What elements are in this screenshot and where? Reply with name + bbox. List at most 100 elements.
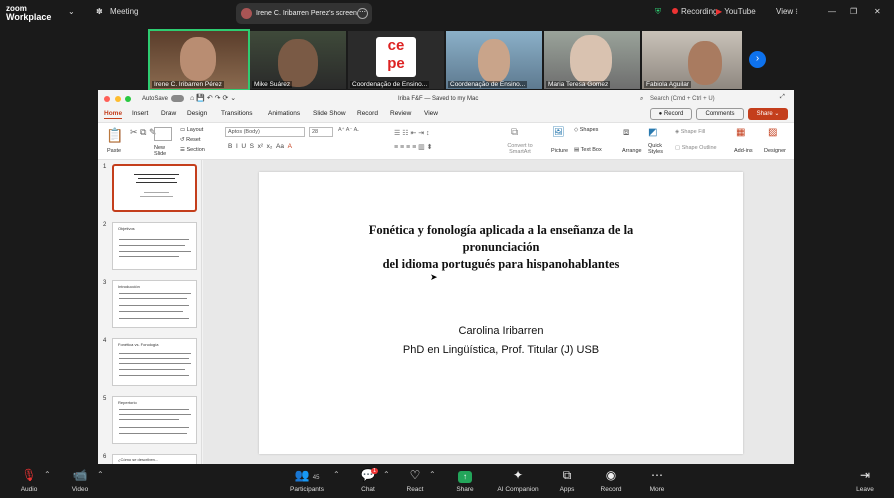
addins-label[interactable]: Add-ins: [734, 148, 753, 154]
search-icon[interactable]: ⌕: [640, 96, 643, 103]
picture-icon[interactable]: 🖼: [552, 127, 565, 138]
more-button[interactable]: ⋯ More: [632, 464, 682, 498]
meeting-label[interactable]: Meeting: [110, 7, 138, 16]
search-input[interactable]: Search (Cmd + Ctrl + U): [650, 96, 715, 102]
slide-thumbnail-5[interactable]: Repertorio: [112, 396, 197, 444]
list-icons[interactable]: ☰ ☷ ⇤ ⇥ ↕: [394, 129, 430, 137]
addins-icon[interactable]: ▦: [736, 127, 745, 138]
font-size-select[interactable]: 28: [309, 127, 333, 137]
tab-transitions[interactable]: Transitions: [221, 110, 253, 117]
react-options-chevron-icon[interactable]: ⌃: [429, 470, 436, 479]
picture-label[interactable]: Picture: [551, 148, 568, 154]
slide-thumbnail-3[interactable]: Introducción: [112, 280, 197, 328]
font-style-icons[interactable]: B I U S x² x₂ Aa A: [228, 143, 292, 150]
tab-home[interactable]: Home: [104, 110, 123, 119]
comments-button[interactable]: Comments: [696, 108, 744, 120]
slide-subtitle[interactable]: Carolina Iribarren PhD en Lingüística, P…: [259, 322, 743, 360]
zoom-window-icon[interactable]: [125, 96, 132, 102]
close-icon[interactable]: ✕: [874, 7, 881, 16]
smartart-icon[interactable]: ⧉: [511, 127, 518, 138]
designer-label[interactable]: Designer: [764, 148, 786, 154]
participant-tile[interactable]: Irene C. Iribarren Pérez: [148, 29, 250, 91]
brand-line2: Workplace: [6, 12, 52, 22]
participant-face: [278, 39, 318, 87]
participant-name: Coordenação de Ensino...: [350, 81, 430, 88]
recording-indicator[interactable]: Recording: [672, 7, 717, 16]
font-grow-shrink-icons[interactable]: A⁺ A⁻ A̶: [338, 127, 357, 133]
autosave-toggle[interactable]: [171, 95, 184, 102]
quick-styles-icon[interactable]: ◩: [648, 127, 657, 138]
tab-insert[interactable]: Insert: [132, 110, 148, 117]
tab-review[interactable]: Review: [390, 110, 411, 117]
align-icons[interactable]: ≡ ≡ ≡ ≡ ▥ ⬍: [394, 143, 433, 151]
current-slide[interactable]: Fonética y fonología aplicada a la enseñ…: [259, 172, 743, 454]
chevron-down-icon[interactable]: ⌄: [68, 7, 75, 16]
participant-face: [180, 37, 216, 81]
minimize-icon[interactable]: —: [828, 7, 836, 16]
leave-button[interactable]: ⇥ Leave: [840, 464, 890, 498]
text-box-button[interactable]: ▤ Text Box: [574, 147, 602, 153]
more-icon[interactable]: ⋯: [357, 8, 368, 19]
tab-design[interactable]: Design: [187, 110, 207, 117]
reset-button[interactable]: ↺ Reset: [180, 137, 201, 143]
new-slide-label[interactable]: New Slide: [154, 145, 176, 157]
tab-view[interactable]: View: [424, 110, 438, 117]
participants-button[interactable]: 👥 45 Participants: [282, 464, 332, 498]
shield-icon[interactable]: ⛨: [655, 7, 661, 17]
tab-record[interactable]: Record: [357, 110, 378, 117]
minimize-window-icon[interactable]: [114, 96, 121, 102]
next-page-arrow-icon[interactable]: ›: [749, 51, 766, 68]
record-button[interactable]: ◉ Record: [586, 464, 636, 498]
video-options-chevron-icon[interactable]: ⌃: [97, 470, 104, 479]
screen-share-tab[interactable]: Irene C. Iribarren Perez's screen ⋯: [236, 3, 372, 24]
apps-button[interactable]: ⧉ Apps: [542, 464, 592, 498]
shape-fill-button[interactable]: ◈ Shape Fill: [675, 129, 705, 135]
share-button[interactable]: Share ⌄: [748, 108, 788, 120]
close-window-icon[interactable]: [104, 96, 110, 102]
section-button[interactable]: ☰ Section: [180, 147, 205, 153]
zoom-top-bar: zoom Workplace ⌄ ✽ Meeting Irene C. Irib…: [0, 0, 894, 28]
arrange-label[interactable]: Arrange: [622, 148, 642, 154]
slide-thumbnail-2[interactable]: Objetivos: [112, 222, 197, 270]
participant-tile[interactable]: ce pe Coordenação de Ensino...: [348, 31, 444, 89]
view-button[interactable]: View ⁝: [776, 7, 798, 16]
arrange-icon[interactable]: ⧈: [623, 127, 629, 138]
slide-thumbnail-6[interactable]: ¿Cómo se describen...: [112, 454, 197, 464]
tab-draw[interactable]: Draw: [161, 110, 176, 117]
chat-options-chevron-icon[interactable]: ⌃: [383, 470, 390, 479]
participant-tile[interactable]: Coordenação de Ensino...: [446, 31, 542, 89]
participants-options-chevron-icon[interactable]: ⌃: [333, 470, 340, 479]
layout-button[interactable]: ▭ Layout: [180, 127, 203, 133]
slide-thumbnail-1[interactable]: [112, 164, 197, 212]
participant-tile[interactable]: Mike Suárez: [250, 31, 346, 89]
paste-icon[interactable]: 📋: [106, 127, 123, 144]
share-screen-button[interactable]: ↑ Share: [440, 464, 490, 498]
convert-smartart-label[interactable]: Convert to SmartArt: [503, 143, 537, 155]
participant-tile[interactable]: Fabiola Aguilar: [642, 31, 742, 89]
autosave-label[interactable]: AutoSave: [142, 96, 168, 102]
slide-title[interactable]: Fonética y fonología aplicada a la enseñ…: [259, 222, 743, 273]
shape-outline-button[interactable]: ▢ Shape Outline: [675, 145, 717, 151]
slide-number: 6: [103, 454, 107, 460]
participant-tile[interactable]: Maria Teresa Gomez: [544, 31, 640, 89]
tab-slide-show[interactable]: Slide Show: [313, 110, 346, 117]
designer-icon[interactable]: ▨: [768, 127, 777, 138]
new-slide-icon[interactable]: [154, 127, 172, 141]
audio-options-chevron-icon[interactable]: ⌃: [44, 470, 51, 479]
record-button[interactable]: ● Record: [650, 108, 692, 120]
restore-icon[interactable]: ❐: [850, 7, 857, 16]
paste-label[interactable]: Paste: [107, 148, 121, 154]
slide-thumbnail-4[interactable]: Fonética vs. Fonología: [112, 338, 197, 386]
toolbar-quick-icons[interactable]: ⌂ 💾 ↶ ↷ ⟳ ⌄: [190, 94, 236, 102]
shapes-button[interactable]: ◇ Shapes: [574, 127, 598, 133]
font-family-select[interactable]: Aptos (Body): [225, 127, 305, 137]
youtube-stream-indicator[interactable]: ▶ YouTube: [716, 7, 756, 16]
tab-animations[interactable]: Animations: [268, 110, 300, 117]
share-screen-icon: ↑: [458, 471, 472, 483]
ribbon-collapse-icon[interactable]: ⤢: [780, 94, 785, 101]
quick-styles-label[interactable]: Quick Styles: [648, 143, 668, 155]
record-icon: ◉: [605, 468, 617, 482]
ai-companion-button[interactable]: ✦ AI Companion: [492, 464, 544, 498]
apps-label: Apps: [559, 486, 575, 493]
clipboard-icons[interactable]: ✂ ⧉ ✎: [130, 127, 157, 138]
